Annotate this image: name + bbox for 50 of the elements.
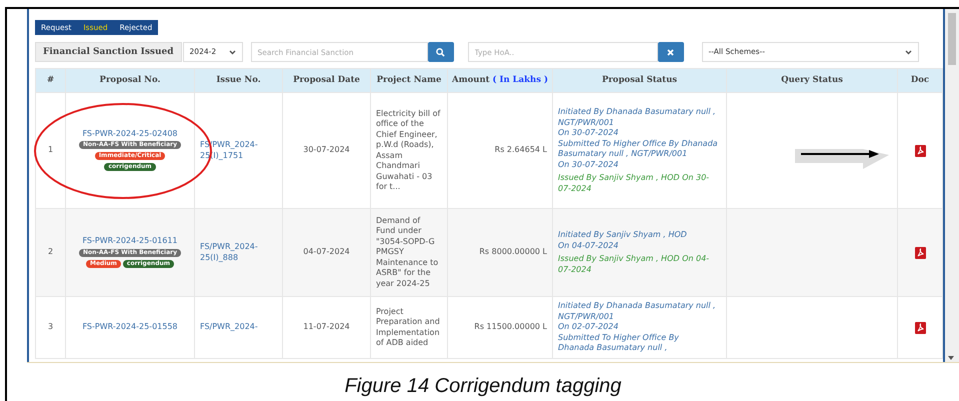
scrollbar-thumb[interactable] bbox=[948, 13, 956, 65]
amount-cell: Rs 11500.00000 L bbox=[448, 296, 552, 358]
column-header: Proposal Status bbox=[552, 68, 726, 92]
status-line: Initiated By Dhanada Basumatary null , NGT/PWR/001 bbox=[558, 301, 717, 322]
status-line: Submitted To Higher Office By Dhanada Basumatary null , NGT/PWR/001 bbox=[558, 138, 719, 160]
status-line: Issued By Sanjiv Shyam , HOD On 30-07-2024 bbox=[558, 173, 710, 194]
status-line: Dhanada Basumatary null , bbox=[558, 343, 668, 354]
status-line: On 30-07-2024 bbox=[558, 160, 620, 170]
status-line: Initiated By Sanjiv Shyam , HOD bbox=[558, 230, 688, 240]
scroll-down-icon[interactable] bbox=[948, 356, 954, 360]
search-button[interactable] bbox=[428, 42, 454, 62]
chevron-down-icon bbox=[228, 50, 236, 54]
amount-cell: Rs 8000.00000 L bbox=[448, 208, 552, 296]
section-title: Financial Sanction Issued bbox=[35, 42, 182, 62]
project-name: Demand of Fund under "3054-SOPD-G PMGSY Maintenance to ASRB" for the year 2024-25 bbox=[370, 208, 448, 296]
pdf-icon[interactable] bbox=[914, 246, 926, 258]
row-number: 3 bbox=[36, 296, 66, 358]
close-icon bbox=[667, 48, 674, 56]
date-cell: 04-07-2024 bbox=[282, 208, 370, 296]
scrollbar[interactable] bbox=[945, 9, 959, 362]
issue-link[interactable]: FS/PWR_2024- bbox=[194, 296, 282, 358]
issue-link[interactable]: FS/PWR_2024-25(I)_888 bbox=[194, 208, 282, 296]
column-header: Query Status bbox=[726, 68, 898, 92]
clear-button[interactable] bbox=[658, 42, 684, 62]
unit-label: ( In Lakhs ) bbox=[492, 75, 548, 86]
status-line: On 04-07-2024 bbox=[558, 240, 620, 251]
proposal-link[interactable]: FS-PWR-2024-25-02408 bbox=[71, 128, 189, 140]
column-header: # bbox=[36, 68, 66, 92]
status-line: Submitted To Higher Office By bbox=[558, 332, 680, 344]
chevron-down-icon bbox=[904, 50, 912, 54]
status-line: Issued By Sanjiv Shyam , HOD On 04-07-2024 bbox=[558, 254, 710, 275]
status-line: On 30-07-2024 bbox=[558, 128, 620, 138]
column-header: Proposal No. bbox=[66, 68, 194, 92]
proposal-link[interactable]: FS-PWR-2024-25-01611 bbox=[71, 236, 189, 247]
proposal-link[interactable]: FS-PWR-2024-25-01558 bbox=[71, 322, 189, 333]
column-header: Proposal Date bbox=[282, 68, 370, 92]
status-line: Initiated By Dhanada Basumatary null , NGT/PWR/001 bbox=[558, 107, 717, 128]
status-line: On 02-07-2024 bbox=[558, 322, 620, 333]
search-icon bbox=[436, 48, 446, 56]
row-number: 2 bbox=[36, 208, 66, 296]
column-header: Issue No. bbox=[194, 68, 282, 92]
project-name: Project Preparation and Implementation of ADB aided bbox=[370, 296, 448, 358]
row-number: 1 bbox=[36, 92, 66, 208]
column-header: Doc bbox=[898, 68, 942, 92]
pdf-icon[interactable] bbox=[914, 144, 926, 156]
column-header: Project Name bbox=[370, 68, 448, 92]
figure-caption: Figure 14 Corrigendum tagging bbox=[344, 374, 622, 399]
pdf-icon[interactable] bbox=[914, 322, 926, 334]
date-cell: 11-07-2024 bbox=[282, 296, 370, 358]
column-header: Amount bbox=[452, 75, 490, 86]
